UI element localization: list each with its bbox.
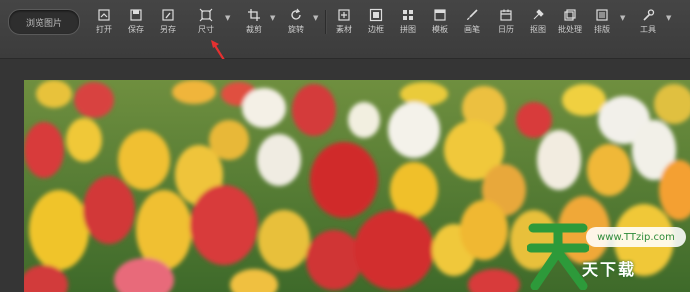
rotate-icon	[280, 6, 312, 24]
resize-icon	[190, 6, 222, 24]
batch-label: 批处理	[558, 25, 582, 34]
resize-button[interactable]: 尺寸	[190, 6, 222, 40]
frame-label: 边框	[368, 25, 384, 34]
watermark-url: www.TTzip.com	[586, 227, 686, 247]
layout-label: 排版	[594, 25, 610, 34]
collage-icon	[392, 6, 424, 24]
save-as-icon	[152, 6, 184, 24]
frame-button[interactable]: 边框	[360, 6, 392, 40]
rotate-button[interactable]: 旋转	[280, 6, 312, 40]
layout-dropdown-caret[interactable]: ▼	[620, 14, 625, 22]
batch-icon	[554, 6, 586, 24]
save-as-button[interactable]: 另存	[152, 6, 184, 40]
watermark-text: 天下载	[582, 260, 637, 279]
crop-button[interactable]: 裁剪	[238, 6, 270, 40]
frame-icon	[360, 6, 392, 24]
template-label: 模板	[432, 25, 448, 34]
open-icon	[88, 6, 120, 24]
watermark-logo-icon	[527, 223, 589, 290]
browse-images-button[interactable]: 浏览图片	[8, 9, 80, 35]
calendar-label: 日历	[498, 25, 514, 34]
material-button[interactable]: 素材	[328, 6, 360, 40]
calendar-button[interactable]: 日历	[490, 6, 522, 40]
tools-icon	[632, 6, 664, 24]
batch-button[interactable]: 批处理	[554, 6, 586, 40]
crop-dropdown-caret[interactable]: ▼	[270, 14, 275, 22]
tools-button[interactable]: 工具	[632, 6, 664, 40]
collage-button[interactable]: 拼图	[392, 6, 424, 40]
layout-icon	[586, 6, 618, 24]
brush-label: 画笔	[464, 25, 480, 34]
resize-dropdown-caret[interactable]: ▼	[225, 14, 230, 22]
save-as-label: 另存	[160, 25, 176, 34]
layout-button[interactable]: 排版	[586, 6, 618, 40]
template-icon	[424, 6, 456, 24]
cutout-label: 抠图	[530, 25, 546, 34]
cutout-button[interactable]: 抠图	[522, 6, 554, 40]
save-button[interactable]: 保存	[120, 6, 152, 40]
crop-icon	[238, 6, 270, 24]
template-button[interactable]: 模板	[424, 6, 456, 40]
material-icon	[328, 6, 360, 24]
cutout-icon	[522, 6, 554, 24]
open-button[interactable]: 打开	[88, 6, 120, 40]
save-label: 保存	[128, 25, 144, 34]
save-icon	[120, 6, 152, 24]
tools-dropdown-caret[interactable]: ▼	[666, 14, 671, 22]
tools-label: 工具	[640, 25, 656, 34]
open-label: 打开	[96, 25, 112, 34]
crop-label: 裁剪	[246, 25, 262, 34]
collage-label: 拼图	[400, 25, 416, 34]
resize-label: 尺寸	[198, 25, 214, 34]
toolbar-separator	[325, 10, 327, 34]
calendar-icon	[490, 6, 522, 24]
toolbar: 浏览图片 打开 保存 另存 尺寸 ▼ 裁剪 ▼ 旋转 ▼ 素材 边框 拼图 模板…	[0, 0, 690, 59]
brush-button[interactable]: 画笔	[456, 6, 488, 40]
rotate-dropdown-caret[interactable]: ▼	[313, 14, 318, 22]
brush-icon	[456, 6, 488, 24]
rotate-label: 旋转	[288, 25, 304, 34]
material-label: 素材	[336, 25, 352, 34]
